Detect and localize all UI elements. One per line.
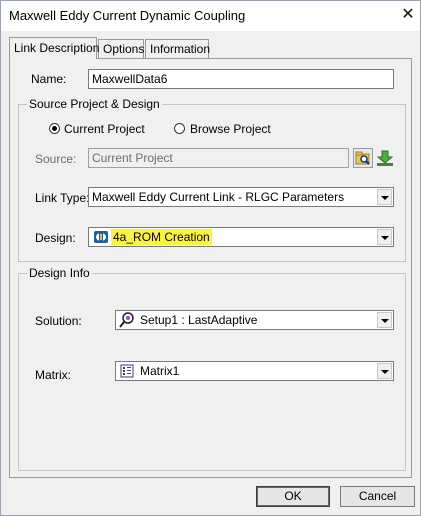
cancel-button[interactable]: Cancel — [340, 486, 415, 507]
chevron-down-icon[interactable] — [377, 229, 392, 245]
browse-project-label[interactable]: Browse Project — [190, 122, 271, 136]
name-label: Name: — [31, 72, 67, 86]
tab-link-description[interactable]: Link Description — [9, 37, 100, 59]
design-label: Design: — [35, 231, 76, 245]
matrix-value: Matrix1 — [140, 364, 180, 378]
tab-label: Link Description — [14, 41, 100, 55]
design-value: 4a_ROM Creation — [111, 229, 212, 245]
solution-label: Solution: — [35, 314, 82, 328]
name-field[interactable]: MaxwellData6 — [88, 69, 394, 89]
matrix-label: Matrix: — [35, 368, 71, 382]
current-project-label[interactable]: Current Project — [64, 122, 145, 136]
source-label: Source: — [35, 152, 77, 166]
design-select[interactable]: 4a_ROM Creation — [88, 227, 394, 247]
source-value: Current Project — [92, 151, 173, 165]
solution-select[interactable]: Setup1 : LastAdaptive — [115, 310, 394, 330]
tab-label: Options — [103, 42, 145, 56]
folder-search-icon — [355, 151, 370, 165]
link-type-label: Link Type: — [35, 191, 90, 205]
matrix-select[interactable]: Matrix1 — [115, 361, 394, 381]
load-source-button[interactable] — [375, 148, 395, 168]
chevron-down-icon[interactable] — [377, 312, 392, 328]
solution-setup-icon — [119, 312, 134, 328]
source-group-title: Source Project & Design — [27, 97, 162, 111]
ok-button[interactable]: OK — [256, 486, 330, 507]
link-type-select[interactable]: Maxwell Eddy Current Link - RLGC Paramet… — [88, 187, 394, 207]
tab-label: Information — [150, 42, 211, 56]
close-button[interactable]: ✕ — [396, 4, 420, 26]
chevron-down-icon[interactable] — [377, 363, 392, 379]
matrix-icon — [120, 364, 134, 378]
link-type-value: Maxwell Eddy Current Link - RLGC Paramet… — [92, 190, 345, 204]
source-field[interactable]: Current Project — [88, 148, 349, 168]
maxwell-design-icon — [94, 231, 108, 243]
browse-project-radio[interactable] — [174, 123, 185, 134]
chevron-down-icon[interactable] — [377, 189, 392, 205]
tab-information[interactable]: Information — [145, 39, 211, 58]
download-arrow-icon — [376, 150, 394, 166]
browse-source-button[interactable] — [353, 148, 373, 168]
name-value: MaxwellData6 — [92, 72, 168, 86]
solution-value: Setup1 : LastAdaptive — [140, 313, 258, 327]
window-title: Maxwell Eddy Current Dynamic Coupling — [9, 8, 246, 23]
current-project-radio[interactable] — [49, 123, 60, 134]
design-info-title: Design Info — [27, 266, 92, 280]
tab-options[interactable]: Options — [98, 39, 144, 58]
close-icon: ✕ — [401, 6, 415, 23]
